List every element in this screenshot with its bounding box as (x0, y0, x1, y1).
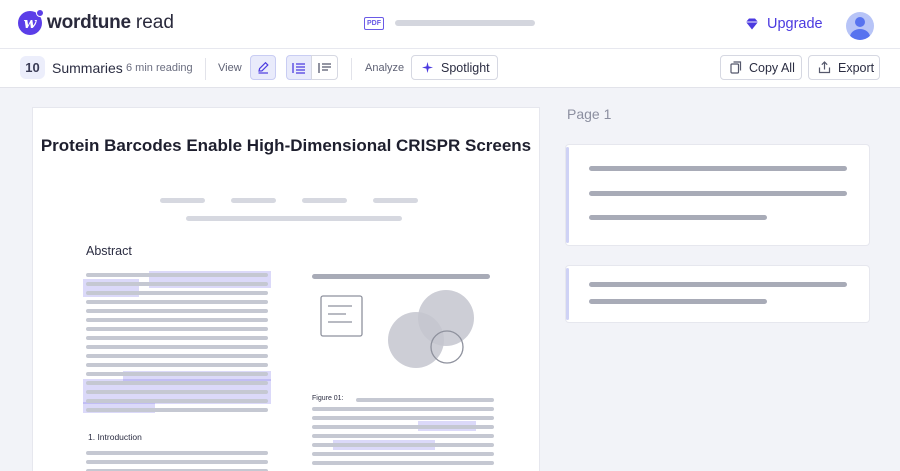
figure-title-placeholder (312, 274, 490, 279)
summary-card[interactable] (566, 145, 869, 245)
document-title: Protein Barcodes Enable High-Dimensional… (40, 136, 532, 155)
pen-icon (257, 61, 269, 74)
wordtune-logo-icon: w (18, 9, 44, 35)
split-view-button[interactable] (286, 55, 312, 80)
diamond-icon (746, 18, 758, 30)
text-layout-icon (317, 62, 331, 73)
summary-count-badge: 10 (20, 56, 45, 79)
logo-read-text: read (135, 12, 174, 33)
copy-all-button[interactable]: Copy All (720, 55, 802, 80)
document-title-placeholder (395, 20, 535, 26)
export-button[interactable]: Export (808, 55, 880, 80)
introduction-heading: 1. Introduction (88, 432, 142, 442)
summary-card[interactable] (566, 266, 869, 322)
toolbar-divider (205, 58, 206, 80)
upgrade-label: Upgrade (767, 16, 823, 32)
figure-caption: Figure 01: (312, 395, 344, 402)
figure-illustration (320, 290, 474, 368)
upgrade-button[interactable]: Upgrade (745, 16, 823, 32)
reading-time-label: 6 min reading (126, 62, 193, 74)
abstract-heading: Abstract (86, 244, 132, 258)
list-layout-icon (292, 62, 305, 74)
view-label: View (218, 62, 242, 74)
author-placeholder (373, 198, 418, 203)
toolbar-divider (351, 58, 352, 80)
summaries-label: Summaries (52, 60, 123, 76)
export-icon (818, 61, 831, 74)
logo-wordtune-text: wordtune (47, 12, 131, 33)
summary-page-label: Page 1 (567, 106, 612, 122)
user-avatar-icon[interactable] (846, 12, 874, 40)
author-placeholder (302, 198, 347, 203)
affiliation-placeholder (186, 216, 402, 221)
sparkle-icon (422, 62, 433, 73)
pdf-file-icon: PDF (364, 17, 384, 30)
author-placeholder (160, 198, 205, 203)
app-header: w wordtune read PDF Upgrade (0, 0, 900, 49)
spotlight-button[interactable]: Spotlight (411, 55, 498, 80)
analyze-label: Analyze (365, 62, 405, 74)
pdf-document-page[interactable]: Protein Barcodes Enable High-Dimensional… (33, 108, 539, 471)
summary-only-view-button[interactable] (311, 55, 338, 80)
toolbar: 10 Summaries 6 min reading View Analyze … (0, 49, 900, 88)
copy-icon (730, 61, 742, 74)
wordtune-read-logo[interactable]: w wordtune read (18, 9, 174, 35)
author-placeholder (231, 198, 276, 203)
highlight-view-button[interactable] (250, 55, 276, 80)
